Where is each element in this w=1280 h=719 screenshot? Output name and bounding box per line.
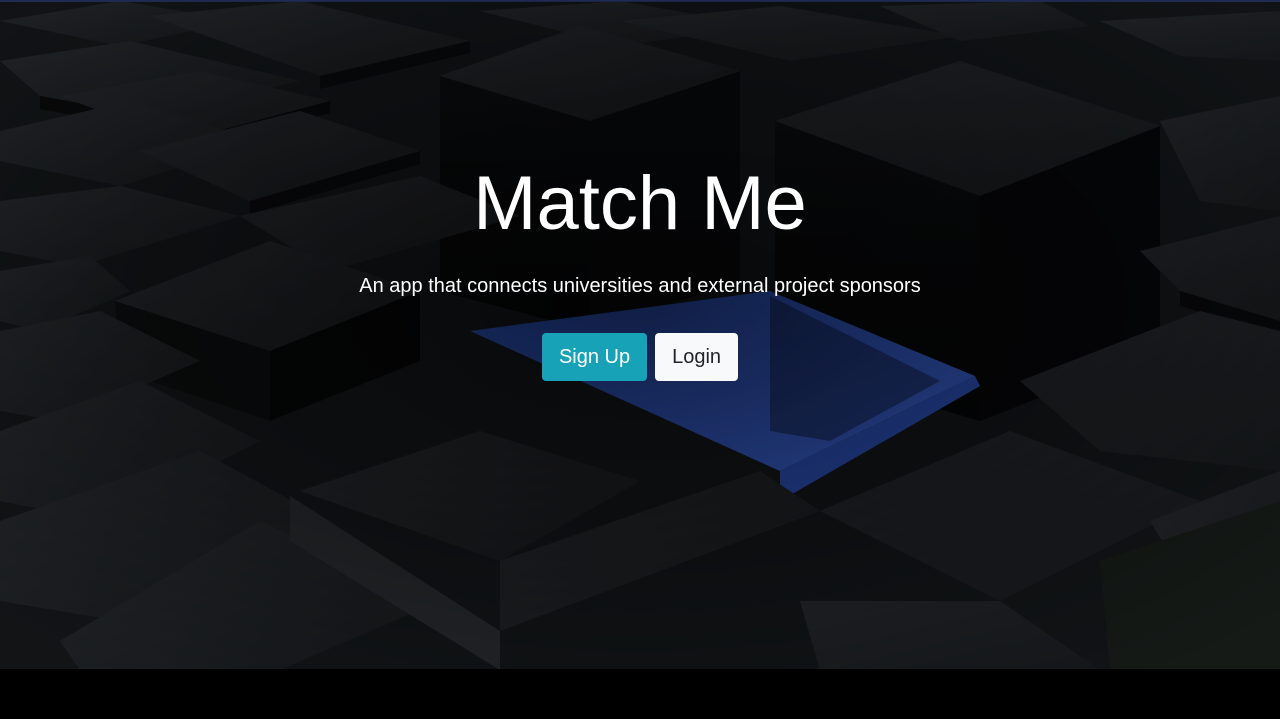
- page-title: Match Me: [473, 161, 807, 246]
- hero-section: Match Me An app that connects universiti…: [0, 0, 1280, 669]
- footer-bar: [0, 669, 1280, 719]
- sign-up-button[interactable]: Sign Up: [541, 333, 648, 381]
- login-button[interactable]: Login: [655, 333, 739, 381]
- cta-button-group: Sign Up Login: [0, 333, 1280, 381]
- page-subtitle: An app that connects universities and ex…: [359, 275, 921, 297]
